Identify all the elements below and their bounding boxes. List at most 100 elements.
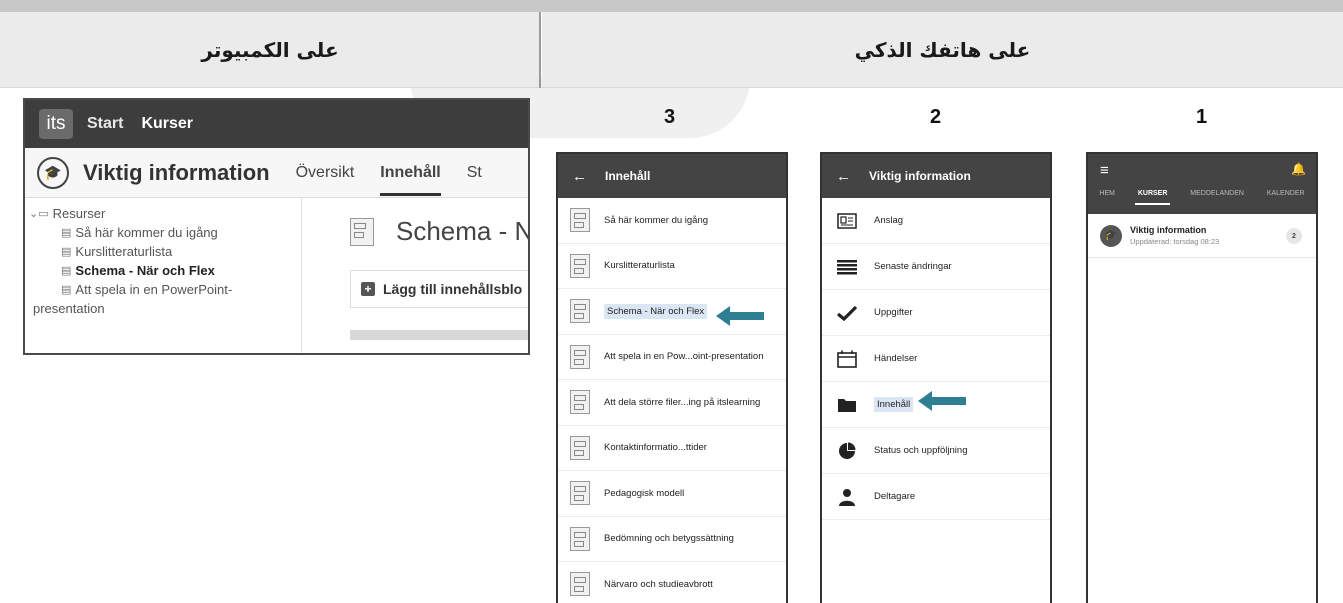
tree-item[interactable]: ▤ Att spela in en PowerPoint- (29, 280, 299, 299)
phone-screen-3: ← Innehåll Så här kommer du igång Kursli… (556, 152, 788, 603)
app-header: ≡ 🔔 HEM KURSER MEDDELANDEN KALENDER (1088, 154, 1316, 214)
page: على الكمبيوتر على هاتفك الذكي its Start … (0, 0, 1343, 603)
add-content-label: Lägg till innehållsblo (383, 281, 523, 297)
menu-item-status[interactable]: Status och uppföljning (822, 428, 1050, 474)
page-heading-text: Schema - Nä (396, 216, 528, 246)
menu-item-handelser[interactable]: Händelser (822, 336, 1050, 382)
list-item[interactable]: Närvaro och studieavbrott (558, 562, 786, 603)
tree-item-wrap-label: presentation (33, 301, 105, 316)
plus-icon: + (361, 282, 375, 296)
document-icon (570, 572, 590, 597)
document-icon (350, 217, 374, 246)
tree-item-label: Kurslitteraturlista (75, 244, 173, 259)
course-updated: Uppdaterad: torsdag 08:23 (1130, 237, 1220, 246)
list-item-label: Närvaro och studieavbrott (604, 578, 713, 590)
list-item-label: Kontaktinformatio...ttider (604, 442, 707, 454)
list-item[interactable]: Kurslitteraturlista (558, 244, 786, 289)
appbar: ← Innehåll (558, 154, 786, 198)
list-item[interactable]: Bedömning och betygssättning (558, 517, 786, 562)
list-item[interactable]: Att spela in en Pow...oint-presentation (558, 335, 786, 380)
unread-badge: 2 (1286, 228, 1302, 244)
appbar-title: Innehåll (605, 169, 651, 183)
hamburger-menu-icon[interactable]: ≡ (1100, 162, 1109, 179)
nav-kurser[interactable]: Kurser (141, 115, 193, 133)
tab-innehall[interactable]: Innehåll (380, 164, 442, 196)
add-content-block-button[interactable]: + Lägg till innehållsblo (350, 270, 528, 308)
phone-screen-1: ≡ 🔔 HEM KURSER MEDDELANDEN KALENDER 🎓 Vi… (1086, 152, 1318, 603)
header-divider (539, 12, 541, 88)
top-rule (0, 0, 1343, 12)
list-item[interactable]: Att dela större filer...ing på itslearni… (558, 380, 786, 426)
menu-item-anslag[interactable]: Anslag (822, 198, 1050, 244)
pointer-arrow-icon (716, 306, 764, 326)
tree-item-label: Schema - När och Flex (75, 263, 215, 278)
step-number-2: 2 (930, 106, 942, 128)
desktop-body: ⌄▭ Resurser ▤ Så här kommer du igång ▤ K… (25, 198, 528, 353)
folder-open-icon: ⌄▭ (29, 208, 49, 220)
tree-item-label: Så här kommer du igång (75, 225, 218, 240)
list-item[interactable]: Så här kommer du igång (558, 198, 786, 244)
menu-item-label: Uppgifter (874, 307, 913, 318)
back-arrow-icon[interactable]: ← (836, 168, 851, 185)
menu-item-label: Senaste ändringar (874, 261, 952, 272)
list-item-label: Att spela in en Pow...oint-presentation (604, 351, 764, 363)
phone-screen-2: ← Viktig information Anslag Senaste ändr… (820, 152, 1052, 603)
step-number-1: 1 (1196, 106, 1208, 128)
nav-start[interactable]: Start (87, 115, 123, 133)
tab-kurser[interactable]: KURSER (1134, 190, 1170, 205)
header-desktop-label: على الكمبيوتر (201, 37, 339, 62)
app-tabs: HEM KURSER MEDDELANDEN KALENDER (1088, 190, 1316, 205)
folder-icon (836, 397, 858, 413)
course-text: Viktig information Uppdaterad: torsdag 0… (1130, 225, 1219, 246)
tab-kalender[interactable]: KALENDER (1267, 190, 1305, 197)
bulletin-board-icon (836, 212, 858, 229)
tree-root[interactable]: ⌄▭ Resurser (29, 204, 299, 223)
course-list-item[interactable]: 🎓 Viktig information Uppdaterad: torsdag… (1088, 214, 1316, 258)
menu-item-senaste[interactable]: Senaste ändringar (822, 244, 1050, 290)
tree-item-selected[interactable]: ▤ Schema - När och Flex (29, 261, 299, 280)
document-icon (570, 299, 590, 324)
list-item-label: Kurslitteraturlista (604, 260, 675, 272)
appbar: ← Viktig information (822, 154, 1050, 198)
tree-item[interactable]: ▤ Kurslitteraturlista (29, 242, 299, 261)
tree-item-label: Att spela in en PowerPoint- (75, 282, 233, 297)
document-icon (570, 435, 590, 460)
pane-separator (301, 198, 302, 353)
menu-item-deltagare[interactable]: Deltagare (822, 474, 1050, 520)
list-item-label: Så här kommer du igång (604, 214, 709, 226)
header-phone: على هاتفك الذكي (542, 12, 1343, 88)
document-icon (570, 481, 590, 506)
list-item[interactable]: Kontaktinformatio...ttider (558, 426, 786, 471)
menu-item-label: Innehåll (874, 397, 914, 412)
tab-status[interactable]: St (467, 164, 482, 182)
tab-hem[interactable]: HEM (1099, 190, 1115, 197)
document-icon: ▤ (61, 227, 72, 239)
document-icon: ▤ (61, 284, 72, 296)
page-heading: Schema - Nä (350, 216, 528, 247)
resource-tree: ⌄▭ Resurser ▤ Så här kommer du igång ▤ K… (29, 204, 299, 318)
document-icon (570, 390, 590, 415)
document-icon: ▤ (61, 246, 72, 258)
list-icon (836, 259, 858, 275)
menu-item-label: Anslag (874, 215, 904, 226)
course-header: 🎓 Viktig information Översikt Innehåll S… (25, 148, 528, 198)
tree-item[interactable]: ▤ Så här kommer du igång (29, 223, 299, 242)
document-icon (570, 526, 590, 551)
tab-oversikt[interactable]: Översikt (296, 164, 355, 182)
tree-item-wrap: presentation (29, 299, 299, 318)
its-logo[interactable]: its (39, 109, 73, 139)
list-item-label: Att dela större filer...ing på itslearni… (604, 396, 761, 408)
menu-item-uppgifter[interactable]: Uppgifter (822, 290, 1050, 336)
pie-chart-icon (836, 442, 858, 460)
document-icon (570, 253, 590, 278)
list-item[interactable]: Pedagogisk modell (558, 471, 786, 517)
bell-icon[interactable]: 🔔 (1291, 162, 1306, 176)
list-item-label: Pedagogisk modell (604, 487, 685, 499)
menu-item-label: Deltagare (874, 491, 916, 502)
course-title: Viktig information (83, 159, 270, 185)
back-arrow-icon[interactable]: ← (572, 168, 587, 185)
tab-meddelanden[interactable]: MEDDELANDEN (1190, 190, 1244, 197)
desktop-screenshot: its Start Kurser 🎓 Viktig information Öv… (23, 98, 530, 355)
step-number-3: 3 (664, 106, 676, 128)
course-title: Viktig information (1130, 225, 1207, 235)
